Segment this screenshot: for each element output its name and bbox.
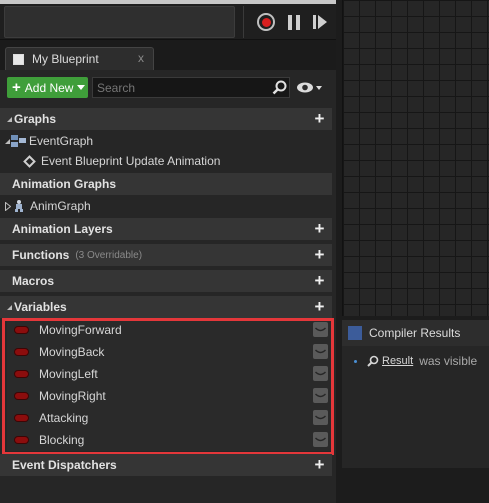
variable-name: MovingBack [39, 345, 105, 359]
section-title: Macros [12, 274, 55, 288]
variable-row[interactable]: MovingBack [7, 341, 332, 363]
add-graph-button[interactable]: + [312, 110, 327, 127]
item-label: EventGraph [29, 134, 94, 148]
section-title: Animation Graphs [12, 177, 117, 191]
section-animation-graphs[interactable]: Animation Graphs [0, 173, 332, 195]
section-functions[interactable]: Functions (3 Overridable) + [0, 244, 332, 266]
search-input[interactable] [92, 77, 290, 98]
variable-name: MovingForward [39, 323, 122, 337]
section-title: Animation Layers [12, 222, 113, 236]
plus-icon: + [12, 79, 21, 96]
collapse-arrow-icon [5, 138, 10, 144]
record-icon[interactable] [256, 12, 276, 32]
tab-my-blueprint[interactable]: My Blueprint x [5, 47, 154, 70]
search-icon[interactable] [272, 80, 287, 95]
view-options-icon[interactable] [296, 80, 324, 95]
compiler-results-panel: Result was visible [342, 346, 489, 468]
variable-row[interactable]: MovingRight [7, 385, 332, 407]
compiler-message: Result was visible [354, 354, 477, 368]
graph-canvas[interactable] [342, 0, 489, 316]
section-title: Graphs [14, 112, 57, 126]
variable-name: Blocking [39, 433, 85, 447]
collapse-arrow-icon [7, 116, 12, 122]
add-dispatcher-button[interactable]: + [312, 456, 327, 473]
add-variable-button[interactable]: + [312, 298, 327, 315]
list-item-event-update[interactable]: Event Blueprint Update Animation [7, 151, 332, 171]
list-item-eventgraph[interactable]: EventGraph [5, 131, 330, 151]
add-layer-button[interactable]: + [312, 220, 327, 237]
chevron-down-icon [77, 85, 86, 90]
variable-row[interactable]: Blocking [7, 429, 332, 451]
section-title: Event Dispatchers [12, 458, 117, 472]
tab-label: My Blueprint [32, 52, 99, 66]
pause-icon[interactable] [284, 12, 304, 32]
variable-name: MovingLeft [39, 367, 98, 381]
visibility-eye-icon[interactable] [313, 344, 328, 359]
bullet-icon [354, 359, 357, 363]
action-row: + Add New [0, 72, 336, 104]
compiler-results-icon [348, 326, 362, 340]
expand-arrow-icon [5, 201, 11, 211]
blueprint-book-icon [13, 53, 24, 65]
search-icon [367, 355, 379, 367]
section-title: Variables [14, 300, 67, 314]
item-label: Event Blueprint Update Animation [41, 154, 221, 168]
anim-graph-icon [15, 200, 23, 212]
my-blueprint-panel: My Blueprint x + Add New Graphs + EventG… [0, 0, 336, 503]
item-label: AnimGraph [30, 199, 91, 213]
bool-variable-icon [15, 415, 28, 421]
bool-variable-icon [15, 393, 28, 399]
visibility-eye-icon[interactable] [313, 366, 328, 381]
section-graphs[interactable]: Graphs + [0, 108, 332, 130]
visibility-eye-icon[interactable] [313, 388, 328, 403]
debug-object-field[interactable] [4, 6, 235, 38]
section-animation-layers[interactable]: Animation Layers + [0, 218, 332, 240]
variable-name: Attacking [39, 411, 89, 425]
section-title: Functions [12, 248, 70, 262]
section-event-dispatchers[interactable]: Event Dispatchers + [0, 454, 332, 476]
section-variables[interactable]: Variables + [0, 296, 332, 318]
overridable-count: (3 Overridable) [75, 249, 143, 261]
add-function-button[interactable]: + [312, 246, 327, 263]
event-node-icon [23, 154, 36, 168]
debug-toolbar [0, 0, 336, 40]
add-macro-button[interactable]: + [312, 272, 327, 289]
editor-area: Compiler Results Result was visible [336, 0, 489, 503]
bool-variable-icon [15, 371, 28, 377]
bool-variable-icon [15, 327, 28, 333]
toolbar-top-edge [0, 0, 336, 4]
event-graph-icon [11, 135, 26, 147]
section-macros[interactable]: Macros + [0, 270, 332, 292]
variable-row[interactable]: MovingLeft [7, 363, 332, 385]
toolbar-separator [243, 6, 244, 38]
message-text: was visible [419, 354, 478, 368]
tab-compiler-results[interactable]: Compiler Results [342, 320, 489, 346]
bool-variable-icon [15, 349, 28, 355]
variable-row[interactable]: MovingForward [7, 319, 332, 341]
tab-bar: My Blueprint x [0, 40, 336, 70]
bool-variable-icon [15, 437, 28, 443]
visibility-eye-icon[interactable] [313, 322, 328, 337]
add-new-label: Add New [24, 80, 74, 95]
add-new-button[interactable]: + Add New [7, 77, 88, 98]
close-icon[interactable]: x [138, 51, 144, 65]
result-link[interactable]: Result [382, 355, 413, 367]
visibility-eye-icon[interactable] [313, 410, 328, 425]
variable-name: MovingRight [39, 389, 106, 403]
tab-label: Compiler Results [369, 326, 461, 340]
visibility-eye-icon[interactable] [313, 432, 328, 447]
variable-row[interactable]: Attacking [7, 407, 332, 429]
list-item-animgraph[interactable]: AnimGraph [5, 196, 330, 216]
step-icon[interactable] [310, 12, 330, 32]
collapse-arrow-icon [7, 304, 12, 310]
